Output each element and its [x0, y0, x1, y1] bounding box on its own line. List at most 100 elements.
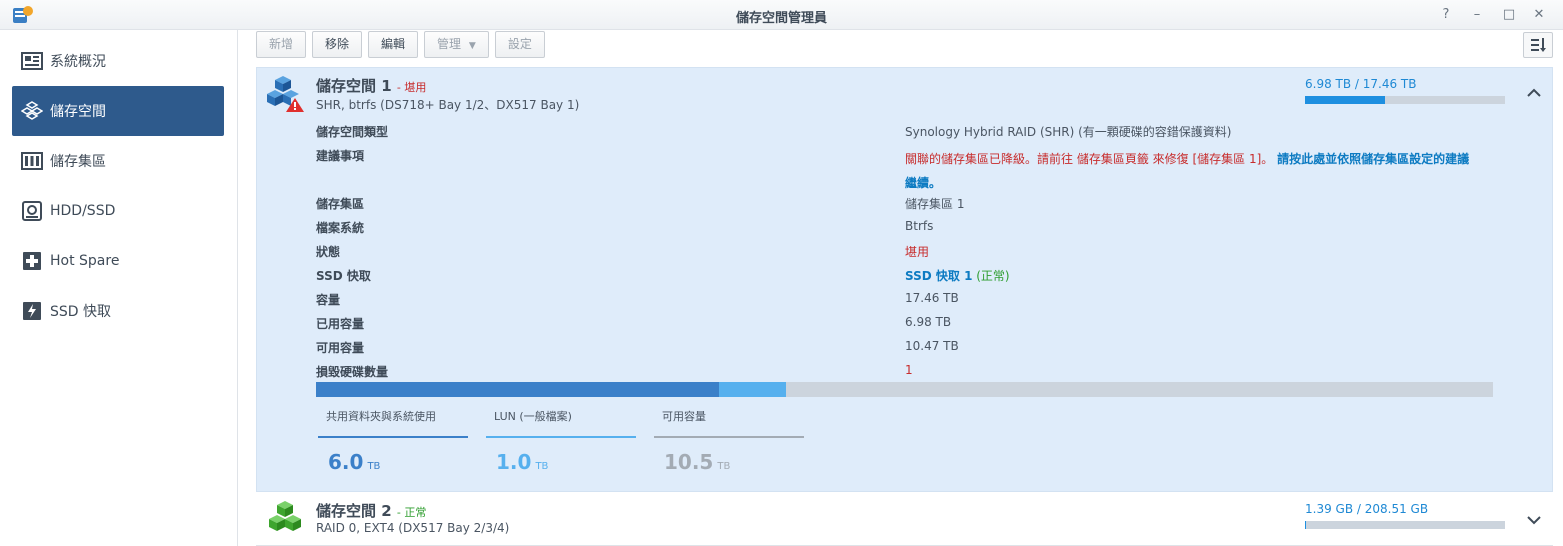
lun-segment	[718, 382, 786, 397]
volume-normal-icon	[269, 501, 301, 531]
detail-label-crashed-disks: 損毀硬碟數量	[316, 365, 389, 379]
legend-line	[318, 436, 468, 438]
sidebar-item-overview[interactable]: 系統概況	[12, 36, 224, 86]
legend-unit: TB	[367, 461, 381, 472]
sort-button[interactable]	[1523, 32, 1553, 58]
detail-label-suggestion: 建議事項	[316, 149, 365, 163]
volume-2-usage-bar	[1305, 521, 1505, 529]
detail-label-capacity: 容量	[316, 293, 341, 307]
volume-2-subtitle: RAID 0, EXT4 (DX517 Bay 2/3/4)	[316, 521, 510, 535]
title-bar: 儲存空間管理員 ? – □ ✕	[0, 0, 1563, 30]
detail-value-available: 10.47 TB	[905, 339, 959, 353]
sidebar-item-label: 儲存集區	[50, 154, 106, 170]
detail-value-file-system: Btrfs	[905, 219, 934, 233]
toolbar: 新增 移除 編輯 管理 ▼ 設定	[256, 31, 545, 58]
sort-icon	[1531, 38, 1546, 52]
detail-label-available: 可用容量	[316, 341, 365, 355]
detail-label-ssd-cache: SSD 快取	[316, 269, 371, 283]
settings-button[interactable]: 設定	[494, 31, 545, 58]
suggestion-warning-text: 關聯的儲存集區已降級。請前往 儲存集區頁籤 來修復 [儲存集區 1]。	[905, 152, 1274, 166]
sidebar-item-ssd-cache[interactable]: SSD 快取	[12, 286, 224, 336]
sidebar-item-storage-pool[interactable]: 儲存集區	[12, 136, 224, 186]
detail-value-volume-type: Synology Hybrid RAID (SHR) (有一顆硬碟的容錯保護資料…	[905, 125, 1232, 139]
detail-value-status: 堪用	[905, 245, 930, 259]
legend-line	[486, 436, 636, 438]
ssd-cache-status: (正常)	[976, 269, 1010, 283]
detail-value-used: 6.98 TB	[905, 315, 952, 329]
sidebar-item-label: Hot Spare	[50, 253, 120, 269]
capacity-breakdown-bar	[316, 382, 1493, 397]
close-icon[interactable]: ✕	[1530, 6, 1548, 24]
suggestion-link[interactable]: 請按此處並依照儲存集區設定的建議	[1277, 152, 1469, 166]
volume-1-status: - 堪用	[396, 81, 427, 94]
volume-1-subtitle: SHR, btrfs (DS718+ Bay 1/2、DX517 Bay 1)	[316, 98, 580, 112]
legend-unit: TB	[535, 461, 549, 472]
detail-label-volume-type: 儲存空間類型	[316, 125, 389, 139]
maximize-icon[interactable]: □	[1500, 6, 1518, 24]
detail-label-storage-pool: 儲存集區	[316, 197, 365, 211]
volume-2-status: - 正常	[396, 506, 427, 519]
legend-line	[654, 436, 804, 438]
hot-spare-icon	[23, 252, 41, 270]
ssd-cache-link[interactable]: SSD 快取 1	[905, 269, 972, 283]
volume-1-name: 儲存空間 1	[316, 77, 392, 95]
legend-label: 可用容量	[662, 410, 706, 423]
suggestion-link-continue[interactable]: 繼續。	[905, 176, 941, 190]
detail-value-suggestion: 關聯的儲存集區已降級。請前往 儲存集區頁籤 來修復 [儲存集區 1]。 請按此處…	[905, 147, 1505, 195]
help-icon[interactable]: ?	[1437, 6, 1455, 24]
sidebar-item-hot-spare[interactable]: Hot Spare	[12, 236, 224, 286]
detail-label-status: 狀態	[316, 245, 341, 259]
legend-label: 共用資料夾與系統使用	[326, 410, 436, 423]
legend-shared-folder: 共用資料夾與系統使用 6.0 TB	[318, 408, 468, 474]
volume-2-title: 儲存空間 2 - 正常	[316, 500, 426, 521]
volume-warning-icon	[267, 76, 304, 112]
hdd-icon	[22, 201, 42, 221]
sidebar: 系統概況 儲存空間 儲存集區 HDD/SSD Hot Spare SSD 快取	[0, 30, 238, 546]
detail-label-used: 已用容量	[316, 317, 365, 331]
storage-pool-icon	[21, 152, 43, 170]
legend-unit: TB	[717, 461, 731, 472]
volume-2-panel[interactable]	[256, 493, 1553, 546]
volume-1-usage-text: 6.98 TB / 17.46 TB	[1305, 77, 1417, 91]
volume-1-usage-bar	[1305, 96, 1505, 104]
legend-available: 可用容量 10.5 TB	[654, 408, 804, 474]
sidebar-item-hdd-ssd[interactable]: HDD/SSD	[12, 186, 224, 236]
legend-number: 6.0	[328, 450, 364, 474]
storage-manager-window: 儲存空間管理員 ? – □ ✕ 系統概況 儲存空間 儲存集區 HDD/SSD H…	[0, 0, 1563, 546]
manage-label: 管理	[437, 37, 462, 51]
overview-icon	[21, 52, 43, 70]
caret-down-icon: ▼	[468, 41, 476, 51]
legend-value: 1.0 TB	[486, 450, 636, 474]
legend-label: LUN (一般檔案)	[494, 410, 572, 423]
volume-1-usage-fill	[1305, 96, 1385, 104]
legend-value: 6.0 TB	[318, 450, 468, 474]
volume-1-title: 儲存空間 1 - 堪用	[316, 75, 426, 96]
detail-value-crashed-disks: 1	[905, 363, 913, 377]
detail-value-ssd-cache: SSD 快取 1 (正常)	[905, 267, 1010, 284]
detail-label-file-system: 檔案系統	[316, 221, 365, 235]
sidebar-item-label: 儲存空間	[50, 104, 106, 120]
legend-lun: LUN (一般檔案) 1.0 TB	[486, 408, 636, 474]
sidebar-item-label: SSD 快取	[50, 304, 112, 320]
manage-dropdown-button[interactable]: 管理 ▼	[424, 31, 489, 58]
legend-value: 10.5 TB	[654, 450, 804, 474]
sidebar-item-label: HDD/SSD	[50, 203, 116, 219]
window-title: 儲存空間管理員	[735, 11, 827, 26]
volume-2-usage-fill	[1305, 521, 1307, 529]
edit-button[interactable]: 編輯	[368, 31, 419, 58]
remove-button[interactable]: 移除	[312, 31, 363, 58]
ssd-cache-icon	[23, 302, 41, 320]
minimize-icon[interactable]: –	[1468, 6, 1486, 24]
volume-2-name: 儲存空間 2	[316, 502, 392, 520]
sidebar-item-label: 系統概況	[50, 54, 106, 70]
volume-2-usage-text: 1.39 GB / 208.51 GB	[1305, 502, 1429, 516]
shared-folder-segment	[316, 382, 719, 397]
collapse-chevron-icon[interactable]	[1527, 82, 1541, 103]
legend-number: 1.0	[496, 450, 532, 474]
sidebar-item-volume[interactable]: 儲存空間	[12, 86, 224, 136]
volume-icon	[21, 101, 43, 120]
create-button[interactable]: 新增	[256, 31, 307, 58]
detail-value-capacity: 17.46 TB	[905, 291, 959, 305]
expand-chevron-icon[interactable]	[1527, 509, 1541, 530]
detail-value-storage-pool: 儲存集區 1	[905, 197, 965, 211]
